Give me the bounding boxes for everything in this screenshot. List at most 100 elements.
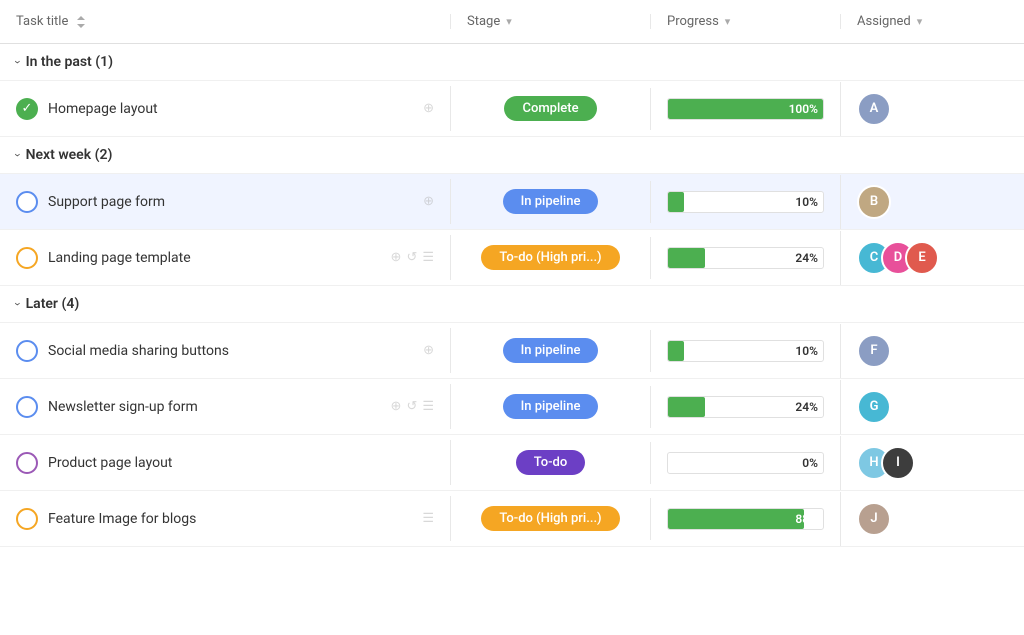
avatar: J — [857, 502, 891, 536]
cell-progress: 10% — [650, 330, 840, 372]
task-meta-icons: ⊕ ↺ ☰ — [391, 399, 434, 414]
sort-icon-title[interactable] — [76, 15, 86, 29]
avatar: F — [857, 334, 891, 368]
progress-label: 100% — [789, 102, 818, 116]
cell-progress: 10% — [650, 181, 840, 223]
col-header-stage[interactable]: Stage ▾ — [450, 14, 650, 29]
group-chevron-later[interactable]: › — [11, 302, 25, 306]
task-meta-icons: ⊕ — [423, 194, 434, 209]
avatar-group: G — [857, 390, 891, 424]
col-header-assigned[interactable]: Assigned ▾ — [840, 14, 1024, 29]
progress-bar-fill — [668, 341, 684, 361]
progress-bar: 0% — [667, 452, 824, 474]
cell-title: Newsletter sign-up form ⊕ ↺ ☰ — [0, 386, 450, 428]
cell-title: Social media sharing buttons ⊕ — [0, 330, 450, 372]
cell-progress: 24% — [650, 237, 840, 279]
cell-stage: In pipeline — [450, 328, 650, 373]
progress-label: 0% — [802, 456, 818, 470]
task-status-icon-pending[interactable] — [16, 191, 38, 213]
avatar: G — [857, 390, 891, 424]
task-name: Newsletter sign-up form — [48, 399, 381, 415]
task-name: Homepage layout — [48, 101, 413, 117]
cell-stage: In pipeline — [450, 179, 650, 224]
task-name: Support page form — [48, 194, 413, 210]
table-row[interactable]: Social media sharing buttons ⊕ In pipeli… — [0, 323, 1024, 379]
stage-badge[interactable]: To-do (High pri...) — [481, 245, 619, 270]
avatar: B — [857, 185, 891, 219]
cell-title: Product page layout — [0, 442, 450, 484]
task-meta-icons: ⊕ — [423, 101, 434, 116]
cell-assigned: A — [840, 82, 1024, 136]
task-status-icon-complete[interactable]: ✓ — [16, 98, 38, 120]
col-header-progress[interactable]: Progress ▾ — [650, 14, 840, 29]
link-icon: ⊕ — [423, 343, 434, 358]
link-icon: ⊕ — [391, 250, 402, 265]
avatar: I — [881, 446, 915, 480]
progress-bar-fill — [668, 397, 705, 417]
progress-label: 10% — [795, 195, 818, 209]
table-header: Task title Stage ▾ Progress ▾ Assigned ▾ — [0, 0, 1024, 44]
cell-title: Support page form ⊕ — [0, 181, 450, 223]
chevron-down-icon-progress[interactable]: ▾ — [725, 15, 731, 28]
cell-stage: To-do (High pri...) — [450, 496, 650, 541]
repeat-icon: ↺ — [406, 399, 417, 414]
progress-bar: 24% — [667, 247, 824, 269]
avatar-group: F — [857, 334, 891, 368]
table-row[interactable]: Feature Image for blogs ☰ To-do (High pr… — [0, 491, 1024, 547]
task-name: Product page layout — [48, 455, 424, 471]
cell-stage: To-do (High pri...) — [450, 235, 650, 280]
task-status-icon-pending[interactable] — [16, 247, 38, 269]
cell-progress: 100% — [650, 88, 840, 130]
cell-title: Feature Image for blogs ☰ — [0, 498, 450, 540]
col-title-label: Task title — [16, 14, 68, 29]
avatar-group: B — [857, 185, 891, 219]
cell-assigned: F — [840, 324, 1024, 378]
stage-badge[interactable]: In pipeline — [503, 338, 599, 363]
avatar: A — [857, 92, 891, 126]
progress-bar-fill — [668, 192, 684, 212]
progress-bar: 100% — [667, 98, 824, 120]
stage-badge[interactable]: In pipeline — [503, 189, 599, 214]
task-meta-icons: ☰ — [422, 511, 434, 526]
chevron-down-icon-stage[interactable]: ▾ — [506, 15, 512, 28]
list-icon: ☰ — [422, 399, 434, 414]
task-status-icon-pending[interactable] — [16, 508, 38, 530]
task-name: Social media sharing buttons — [48, 343, 413, 359]
group-header-later[interactable]: › Later (4) — [0, 286, 1024, 323]
col-header-title[interactable]: Task title — [0, 14, 450, 29]
progress-bar: 10% — [667, 340, 824, 362]
table-row[interactable]: Support page form ⊕ In pipeline 10% B — [0, 174, 1024, 230]
cell-title: Landing page template ⊕ ↺ ☰ — [0, 237, 450, 279]
group-header-in-the-past[interactable]: › In the past (1) — [0, 44, 1024, 81]
stage-badge[interactable]: To-do (High pri...) — [481, 506, 619, 531]
link-icon: ⊕ — [423, 194, 434, 209]
table-row[interactable]: Newsletter sign-up form ⊕↺☰ In pipeline … — [0, 379, 1024, 435]
progress-bar: 10% — [667, 191, 824, 213]
cell-stage: To-do — [450, 440, 650, 485]
group-chevron-in-the-past[interactable]: › — [11, 60, 25, 64]
avatar-group: J — [857, 502, 891, 536]
cell-assigned: CDE — [840, 231, 1024, 285]
cell-assigned: HI — [840, 436, 1024, 490]
stage-badge[interactable]: To-do — [516, 450, 586, 475]
group-chevron-next-week[interactable]: › — [11, 153, 25, 157]
task-status-icon-pending[interactable] — [16, 452, 38, 474]
task-name: Landing page template — [48, 250, 381, 266]
groups-container: › In the past (1) ✓ Homepage layout ⊕ Co… — [0, 44, 1024, 547]
group-header-next-week[interactable]: › Next week (2) — [0, 137, 1024, 174]
table-row[interactable]: ✓ Homepage layout ⊕ Complete 100% A — [0, 81, 1024, 137]
task-status-icon-pending[interactable] — [16, 396, 38, 418]
list-icon: ☰ — [422, 250, 434, 265]
chevron-down-icon-assigned[interactable]: ▾ — [917, 15, 923, 28]
repeat-icon: ↺ — [406, 250, 417, 265]
cell-assigned: B — [840, 175, 1024, 229]
cell-assigned: J — [840, 492, 1024, 546]
task-status-icon-pending[interactable] — [16, 340, 38, 362]
link-icon: ⊕ — [391, 399, 402, 414]
stage-badge[interactable]: In pipeline — [503, 394, 599, 419]
task-meta-icons: ⊕ ↺ ☰ — [391, 250, 434, 265]
table-row[interactable]: Landing page template ⊕ ↺ ☰ To-do (High pr… — [0, 230, 1024, 286]
table-row[interactable]: Product page layout To-do 0% HI — [0, 435, 1024, 491]
group-label-in-the-past: In the past (1) — [26, 54, 113, 70]
stage-badge[interactable]: Complete — [504, 96, 596, 121]
